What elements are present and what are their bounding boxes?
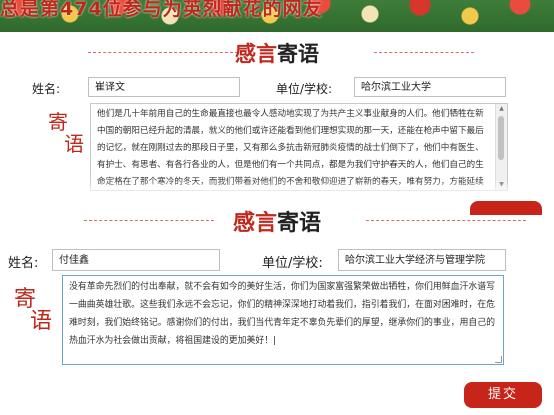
section-title-main: 寄语: [277, 41, 319, 66]
name-field-2[interactable]: 付佳鑫: [52, 249, 220, 271]
message-text: 他们是几十年前用自己的生命最直接也最令人感动地实现了为共产主义事业献身的人们。他…: [97, 109, 484, 187]
section-title-2: 感言寄语: [0, 205, 554, 237]
unit-label: 单位/学校:: [276, 82, 333, 96]
section-title-main-2: 寄语: [277, 210, 322, 236]
section-fade: [0, 180, 554, 202]
unit-field[interactable]: 哈尔滨工业大学: [354, 77, 506, 97]
message-textarea-2[interactable]: 没有革命先烈们的付出奉献，就不会有如今的美好生活，你们为国家富强繁荣做出牺牲，你…: [62, 275, 504, 365]
resize-grip-icon[interactable]: [495, 356, 502, 363]
submit-button[interactable]: 提交: [464, 382, 542, 408]
section-title: 感言寄语: [0, 38, 554, 68]
side-glyph-yu: 语: [64, 132, 84, 156]
scroll-up-icon[interactable]: ▲: [496, 104, 507, 114]
scroll-thumb[interactable]: [498, 116, 504, 160]
side-glyph-yu-2: 语: [30, 309, 53, 334]
side-glyph-ji-2: 寄: [14, 287, 37, 312]
unit-label-2: 单位/学校:: [262, 256, 323, 271]
message-scrollbar[interactable]: ▲ ▼: [495, 104, 507, 190]
banner-title: 总是第474位参与为英烈献花的网友: [0, 0, 323, 20]
section-title-accent: 感言: [235, 41, 277, 66]
message-text-2: 没有革命先烈们的付出奉献，就不会有如今的美好生活，你们为国家富强繁荣做出牺牲，你…: [69, 282, 495, 346]
section-title-accent-2: 感言: [232, 210, 277, 236]
side-glyph-ji: 寄: [48, 110, 68, 134]
unit-field-2[interactable]: 哈尔滨工业大学经济与管理学院: [338, 249, 506, 271]
name-label-2: 姓名:: [8, 256, 39, 271]
message-textarea[interactable]: 他们是几十年前用自己的生命最直接也最令人感动地实现了为共产主义事业献身的人们。他…: [90, 103, 508, 191]
name-label: 姓名:: [32, 82, 61, 96]
floral-banner: 总是第474位参与为英烈献花的网友: [0, 0, 554, 32]
name-field[interactable]: 崔译文: [88, 77, 240, 97]
